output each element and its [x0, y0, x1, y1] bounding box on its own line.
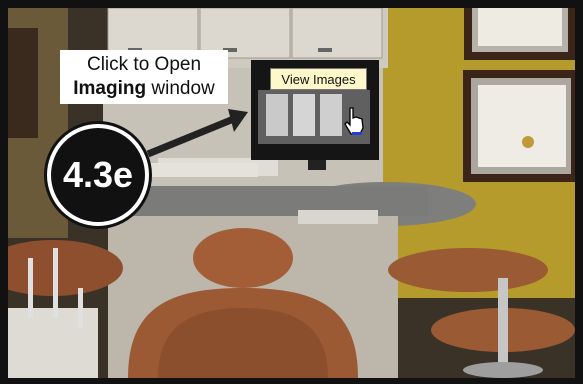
- screenshot-frame: Click to Open Imaging window View Images…: [0, 0, 583, 384]
- view-images-button[interactable]: View Images: [270, 68, 367, 90]
- step-badge: 4.3e: [47, 124, 149, 226]
- instruction-callout: Click to Open Imaging window: [60, 50, 228, 104]
- callout-line-2: Imaging window: [60, 77, 228, 101]
- step-badge-label: 4.3e: [62, 154, 134, 195]
- callout-rest-text: window: [146, 78, 215, 99]
- callout-bold-text: Imaging: [73, 78, 147, 99]
- hand-pointer-icon: [344, 107, 364, 135]
- callout-line-1: Click to Open: [86, 54, 202, 75]
